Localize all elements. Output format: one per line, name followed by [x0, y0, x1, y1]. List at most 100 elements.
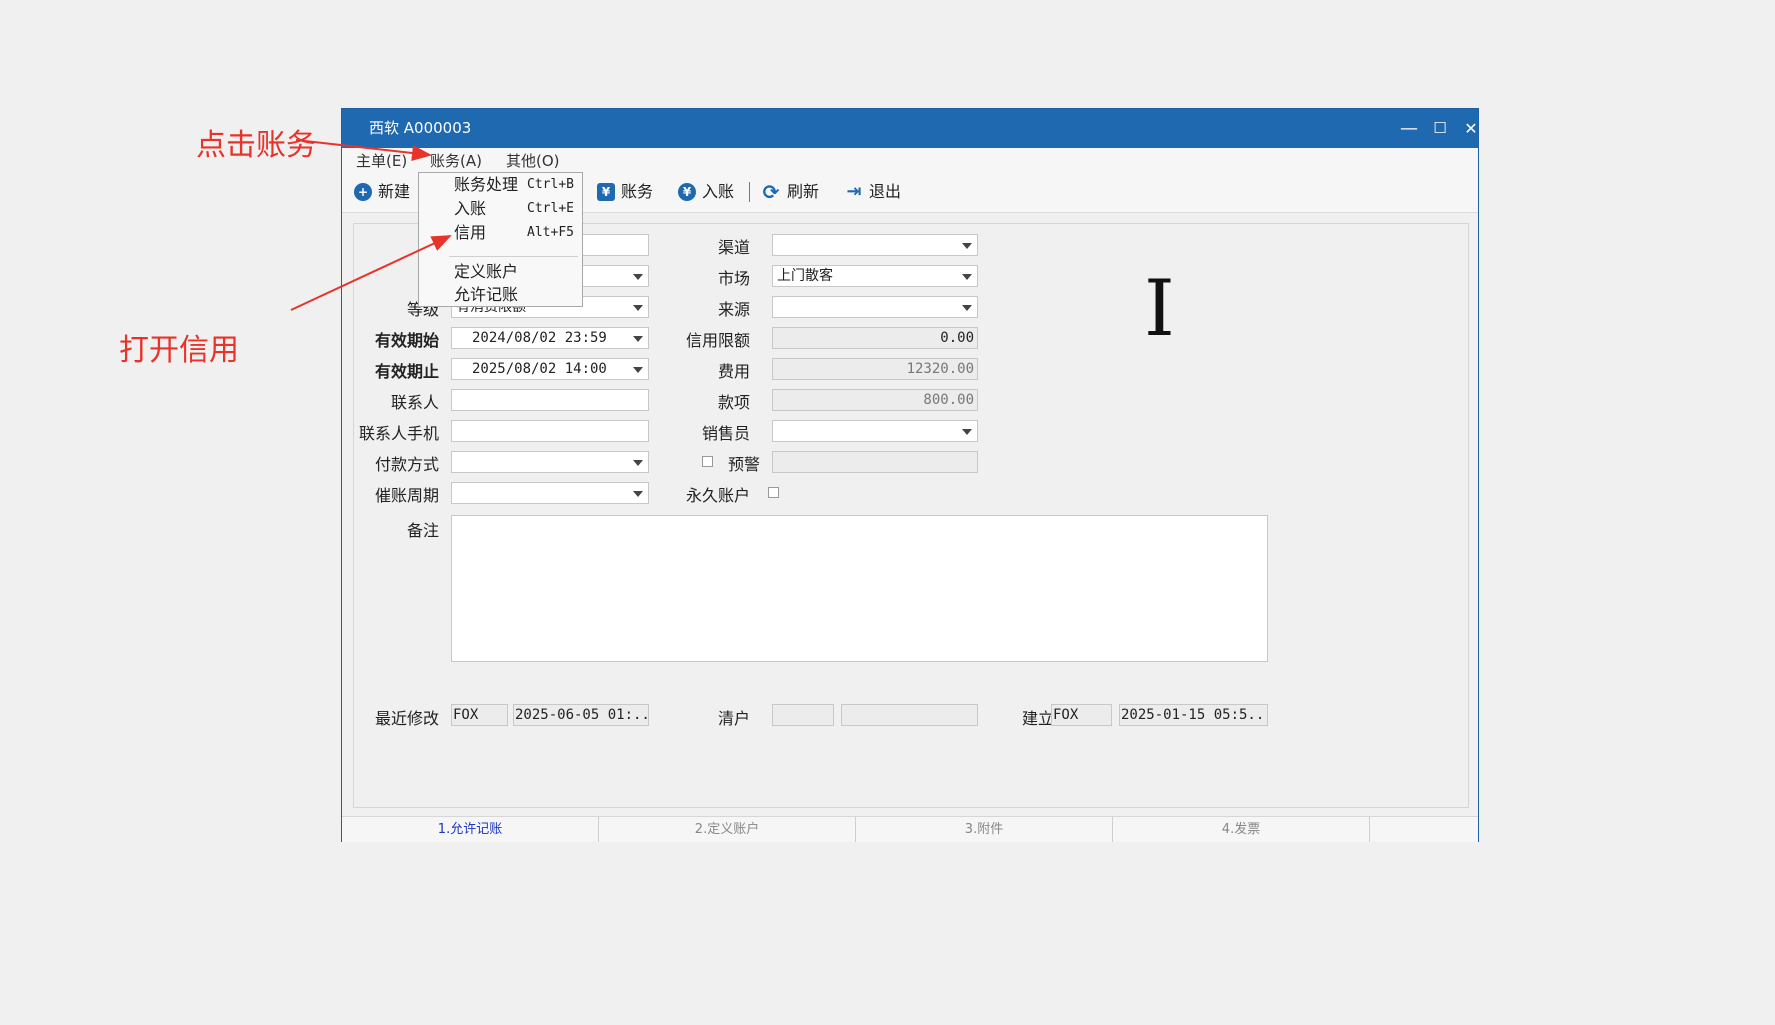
fee-label: 费用 — [717, 362, 750, 381]
chevron-down-icon — [633, 491, 643, 497]
menu-item-label: 信用 — [454, 223, 487, 242]
menu-main[interactable]: 主单(E) — [356, 150, 407, 171]
tab-allow-posting[interactable]: 1.允许记账 — [342, 817, 599, 842]
payment-amount-label: 款项 — [717, 393, 750, 412]
post-button[interactable]: ¥ 入账 — [678, 172, 734, 212]
menu-account[interactable]: 账务(A) — [430, 150, 482, 171]
tab-attachments[interactable]: 3.附件 — [856, 817, 1113, 842]
window-title: 西软 A000003 — [369, 119, 472, 137]
chevron-down-icon — [633, 274, 643, 280]
menu-item-label: 账务处理 — [454, 175, 519, 194]
chevron-down-icon — [633, 460, 643, 466]
account-dropdown: 账务处理 Ctrl+B 入账 Ctrl+E 信用 Alt+F5 定义账户 允许记… — [418, 172, 583, 307]
minimize-button[interactable]: — — [1394, 109, 1424, 148]
bottom-tab-bar: 1.允许记账 2.定义账户 3.附件 4.发票 — [342, 816, 1478, 842]
title-bar: 西软 A000003 — ☐ ✕ — [342, 109, 1478, 148]
menu-item-label: 允许记账 — [454, 285, 519, 304]
valid-to-picker[interactable]: 2025/08/02 14:00 — [451, 358, 649, 380]
fee-value: 12320.00 — [772, 358, 978, 380]
valid-to-value: 2025/08/02 14:00 — [472, 361, 607, 377]
text-cursor-icon: I — [1144, 264, 1175, 354]
payment-method-label: 付款方式 — [374, 455, 439, 474]
post-label: 入账 — [702, 182, 735, 201]
payment-amount-value: 800.00 — [772, 389, 978, 411]
channel-select[interactable] — [772, 234, 978, 256]
menu-item-shortcut: Alt+F5 — [527, 225, 574, 240]
credit-limit-label: 信用限额 — [685, 331, 750, 350]
market-select[interactable]: 上门散客 — [772, 265, 978, 287]
remark-textarea[interactable] — [451, 515, 1268, 662]
annotation-click-account: 点击账务 — [196, 128, 316, 163]
new-label: 新建 — [378, 182, 411, 201]
menu-item-label: 入账 — [454, 199, 487, 218]
yen-icon: ¥ — [678, 183, 696, 201]
contact-input[interactable] — [451, 389, 649, 411]
refresh-icon: ⟳ — [762, 180, 780, 204]
form-panel: 名 类 等级 有消费限额 有效期始 2024/08/02 23:59 有效期止 … — [353, 223, 1469, 808]
dunning-period-select[interactable] — [451, 482, 649, 504]
account-label: 账务 — [621, 182, 654, 201]
last-modified-label: 最近修改 — [374, 709, 439, 728]
new-button[interactable]: + 新建 — [354, 172, 410, 212]
menu-item-shortcut: Ctrl+E — [527, 201, 574, 216]
source-label: 来源 — [717, 300, 750, 319]
salesperson-select[interactable] — [772, 420, 978, 442]
remark-label: 备注 — [406, 521, 439, 540]
menu-item-account-processing[interactable]: 账务处理 Ctrl+B — [419, 174, 582, 196]
plus-icon: + — [354, 183, 372, 201]
source-select[interactable] — [772, 296, 978, 318]
menu-item-post[interactable]: 入账 Ctrl+E — [419, 198, 582, 220]
menu-item-allow-posting[interactable]: 允许记账 — [419, 284, 582, 306]
valid-to-label: 有效期止 — [374, 362, 439, 381]
contact-label: 联系人 — [390, 393, 439, 412]
exit-icon: ⇥ — [846, 181, 862, 202]
clear-account-label: 清户 — [717, 709, 750, 728]
annotation-open-credit: 打开信用 — [119, 333, 239, 368]
chevron-down-icon — [962, 305, 972, 311]
valid-from-picker[interactable]: 2024/08/02 23:59 — [451, 327, 649, 349]
warning-input — [772, 451, 978, 473]
contact-phone-label: 联系人手机 — [358, 424, 439, 443]
created-user: FOX — [1051, 704, 1112, 726]
exit-button[interactable]: ⇥ 退出 — [845, 172, 901, 212]
permanent-account-checkbox[interactable] — [768, 487, 779, 498]
valid-from-label: 有效期始 — [374, 331, 439, 350]
maximize-button[interactable]: ☐ — [1425, 109, 1455, 148]
last-modified-time: 2025-06-05 01:... — [513, 704, 649, 726]
market-label: 市场 — [717, 269, 750, 288]
clear-account-time — [841, 704, 978, 726]
menu-bar: 主单(E) 账务(A) 其他(O) — [342, 148, 1478, 172]
menu-item-shortcut: Ctrl+B — [527, 177, 574, 192]
main-window: 西软 A000003 — ☐ ✕ 主单(E) 账务(A) 其他(O) + 新建 … — [341, 108, 1479, 842]
clear-account-user — [772, 704, 834, 726]
salesperson-label: 销售员 — [701, 424, 750, 443]
exit-label: 退出 — [869, 182, 902, 201]
market-value: 上门散客 — [777, 268, 833, 284]
dunning-period-label: 催账周期 — [374, 486, 439, 505]
refresh-button[interactable]: ⟳ 刷新 — [761, 172, 819, 212]
ledger-icon: ¥ — [597, 183, 615, 201]
menu-item-credit[interactable]: 信用 Alt+F5 — [419, 222, 582, 244]
created-label: 建立 — [1021, 709, 1054, 728]
permanent-account-label: 永久账户 — [685, 486, 750, 505]
credit-limit-value: 0.00 — [772, 327, 978, 349]
menu-separator — [449, 256, 578, 257]
menu-other[interactable]: 其他(O) — [506, 150, 560, 171]
payment-method-select[interactable] — [451, 451, 649, 473]
created-time: 2025-01-15 05:5... — [1119, 704, 1268, 726]
last-modified-user: FOX — [451, 704, 508, 726]
account-button[interactable]: ¥ 账务 — [597, 172, 653, 212]
menu-item-define-account[interactable]: 定义账户 — [419, 261, 582, 283]
tab-define-account[interactable]: 2.定义账户 — [599, 817, 856, 842]
chevron-down-icon — [633, 336, 643, 342]
contact-phone-input[interactable] — [451, 420, 649, 442]
chevron-down-icon — [962, 274, 972, 280]
chevron-down-icon — [633, 367, 643, 373]
tab-invoice[interactable]: 4.发票 — [1113, 817, 1370, 842]
close-button[interactable]: ✕ — [1456, 109, 1486, 148]
chevron-down-icon — [962, 429, 972, 435]
valid-from-value: 2024/08/02 23:59 — [472, 330, 607, 346]
chevron-down-icon — [962, 243, 972, 249]
channel-label: 渠道 — [717, 238, 750, 257]
menu-item-label: 定义账户 — [454, 262, 519, 281]
